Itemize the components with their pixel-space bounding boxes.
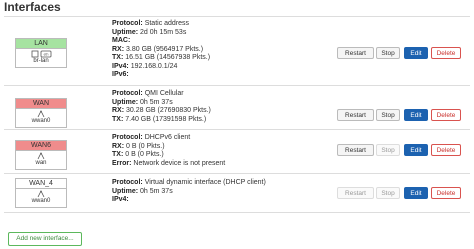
stop-button[interactable]: Stop — [376, 187, 400, 199]
edit-button[interactable]: Edit — [404, 187, 428, 199]
interface-info: Protocol: QMI Cellular Uptime: 0h 5m 37s… — [112, 90, 211, 123]
interface-name: WAN_4 — [16, 179, 66, 189]
stop-button[interactable]: Stop — [376, 47, 400, 59]
wireless-icon — [16, 110, 66, 118]
delete-button[interactable]: Delete — [431, 187, 461, 199]
interface-info: Protocol: DHCPv6 client RX: 0 B (0 Pkts.… — [112, 134, 226, 167]
stop-button[interactable]: Stop — [376, 144, 400, 156]
restart-button[interactable]: Restart — [337, 144, 374, 156]
interface-name: WAN6 — [16, 141, 66, 151]
add-interface-button[interactable]: Add new interface... — [8, 232, 82, 246]
interface-badge-lan: LAN eth br-lan — [15, 38, 67, 68]
interface-badge-wan: WAN wwan0 — [15, 98, 67, 128]
interface-badge-wan-4: WAN_4 wwan0 — [15, 178, 67, 208]
svg-text:eth: eth — [44, 53, 49, 57]
edit-button[interactable]: Edit — [404, 47, 428, 59]
interface-info: Protocol: Virtual dynamic interface (DHC… — [112, 179, 266, 203]
interface-row-wan-4: WAN_4 wwan0 Protocol: Virtual dynamic in… — [4, 174, 470, 213]
restart-button[interactable]: Restart — [337, 47, 374, 59]
wireless-icon — [16, 152, 66, 160]
page-title: Interfaces — [4, 0, 61, 14]
interface-row-lan: LAN eth br-lan Protocol: Static address … — [4, 17, 470, 86]
delete-button[interactable]: Delete — [431, 144, 461, 156]
interfaces-table: LAN eth br-lan Protocol: Static address … — [4, 16, 470, 213]
interface-row-wan6: WAN6 wan Protocol: DHCPv6 client RX: 0 B… — [4, 130, 470, 174]
delete-button[interactable]: Delete — [431, 109, 461, 121]
interface-device: wwan0 — [31, 198, 51, 204]
interface-row-wan: WAN wwan0 Protocol: QMI Cellular Uptime:… — [4, 86, 470, 130]
restart-button[interactable]: Restart — [337, 187, 374, 199]
edit-button[interactable]: Edit — [404, 144, 428, 156]
wireless-icon — [16, 190, 66, 198]
interface-name: LAN — [16, 39, 66, 49]
interface-device: wan — [35, 160, 47, 166]
interface-name: WAN — [16, 99, 66, 109]
delete-button[interactable]: Delete — [431, 47, 461, 59]
stop-button[interactable]: Stop — [376, 109, 400, 121]
restart-button[interactable]: Restart — [337, 109, 374, 121]
edit-button[interactable]: Edit — [404, 109, 428, 121]
interface-device: wwan0 — [31, 118, 51, 124]
network-icon: eth — [16, 50, 66, 58]
interface-badge-wan6: WAN6 wan — [15, 140, 67, 170]
interface-device: br-lan — [33, 58, 49, 64]
interface-info: Protocol: Static address Uptime: 2d 0h 1… — [112, 20, 211, 78]
